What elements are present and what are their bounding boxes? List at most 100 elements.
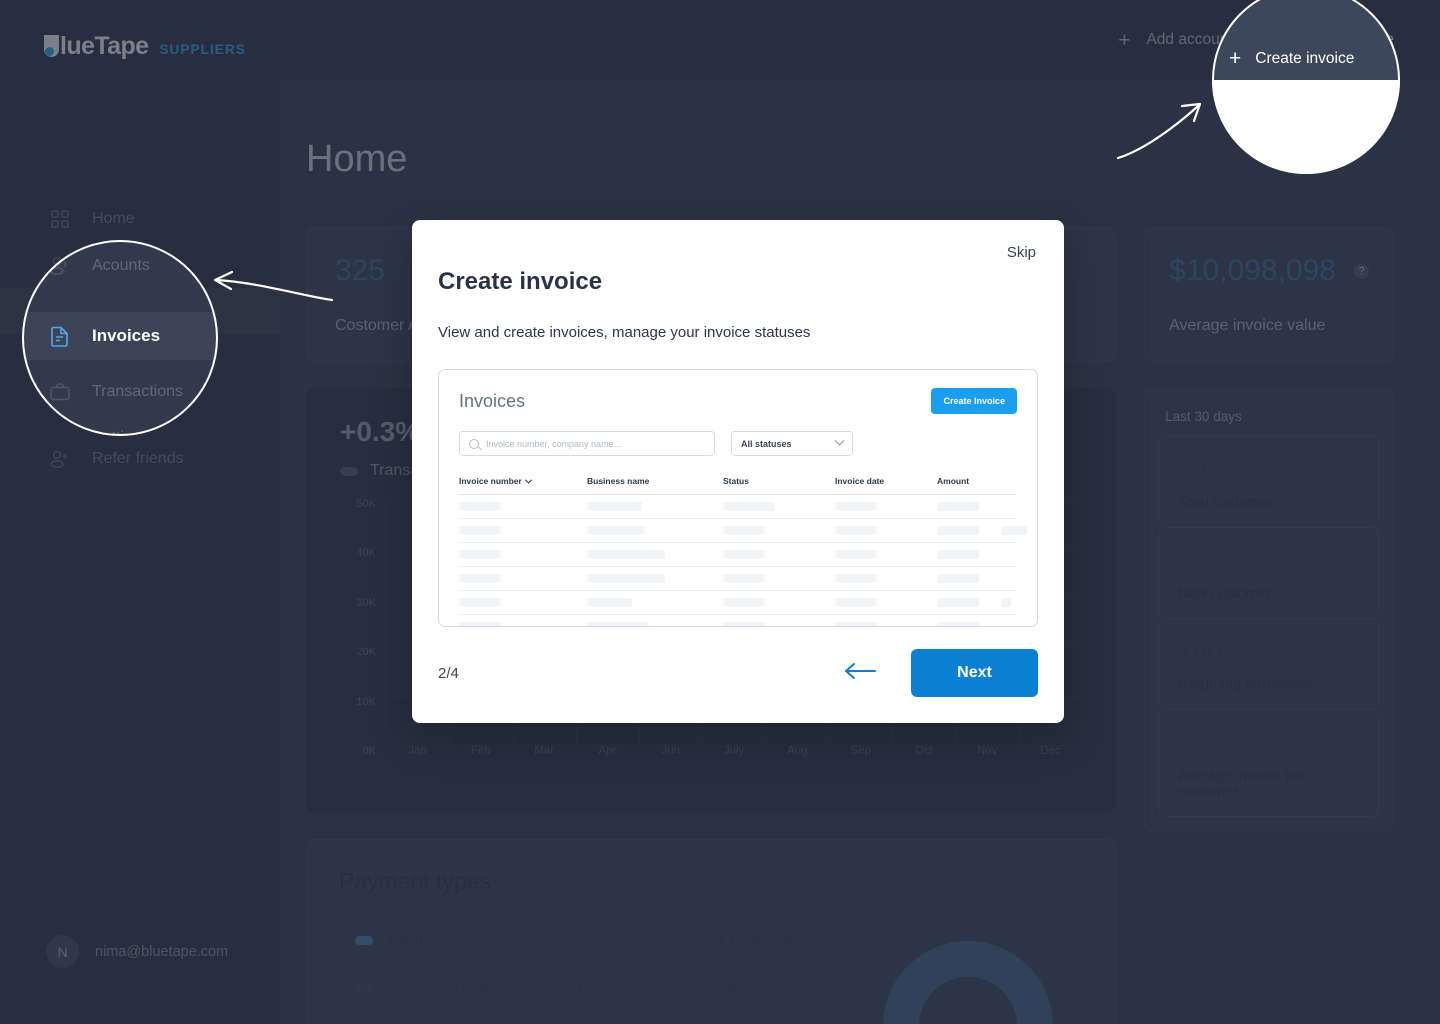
modal-subtitle: View and create invoices, manage your in…: [438, 324, 811, 341]
table-cell: [723, 502, 835, 511]
table-cell: [723, 598, 835, 607]
skeleton-placeholder: [937, 550, 979, 559]
skip-button[interactable]: Skip: [1007, 244, 1036, 261]
skeleton-placeholder: [723, 550, 765, 559]
avatar: N: [46, 935, 79, 968]
table-cell: [587, 502, 723, 511]
table-row[interactable]: [459, 519, 1027, 543]
column-header-invoice-date: Invoice date: [835, 476, 885, 486]
arrow-left-icon[interactable]: [843, 661, 877, 686]
brand-subtitle: SUPPLIERS: [159, 42, 246, 57]
legend-dot-icon: [355, 982, 373, 992]
legend-dot-icon: [355, 935, 373, 945]
skeleton-placeholder: [723, 598, 765, 607]
y-tick: 30K: [356, 596, 376, 609]
stat-label: Average invoice per customer: [1178, 768, 1307, 800]
payment-name: Cash(ACH - Bank account): [389, 978, 582, 995]
bluetape-logo-icon: [44, 35, 59, 57]
users-icon: [48, 253, 72, 277]
user-account[interactable]: N nima@bluetape.com: [46, 935, 228, 968]
next-button[interactable]: Next: [911, 649, 1038, 697]
payment-amount: $9,567.98: [725, 978, 798, 995]
y-tick: 0K: [362, 745, 376, 757]
column-header-business-name: Business name: [587, 476, 650, 486]
table-cell: [723, 526, 835, 535]
column-header-amount: Amount: [937, 476, 970, 486]
skeleton-placeholder: [723, 574, 765, 583]
stat-cell-total-customer: 325 Total customer: [1159, 436, 1379, 527]
payment-row-left: Cash(ACH - Bank account): [355, 978, 582, 996]
x-tick: Jan: [408, 745, 427, 757]
add-account-button[interactable]: + Add account: [1118, 30, 1232, 51]
preview-create-invoice-button[interactable]: Create Invoice: [931, 388, 1017, 414]
table-cell: [835, 574, 937, 583]
sidebar-item-transactions[interactable]: Transactions: [0, 334, 280, 380]
table-cell: [587, 622, 723, 626]
sidebar-item-label: Refer friends: [92, 450, 184, 467]
table-cell: [459, 526, 587, 535]
stat-value: 100: [1178, 639, 1222, 669]
chevron-down-icon: [834, 435, 845, 446]
x-tick: July: [723, 745, 745, 757]
stat-value: 325: [1178, 457, 1222, 487]
sidebar-item-home[interactable]: Home: [0, 196, 280, 242]
stat-value: 25: [1178, 548, 1208, 578]
page-title: Home: [306, 138, 408, 180]
plus-icon: +: [1118, 28, 1131, 52]
invoices-table: Invoice number Business name Status Invo…: [459, 476, 1027, 626]
table-cell: [459, 574, 587, 583]
table-row[interactable]: [459, 495, 1017, 519]
y-tick: 20K: [356, 646, 376, 659]
x-tick: Aug: [787, 745, 808, 757]
sidebar-item-settings[interactable]: Settings: [0, 380, 280, 426]
table-row[interactable]: [459, 615, 1017, 626]
skeleton-placeholder: [459, 550, 501, 559]
table-cell: [835, 598, 937, 607]
briefcase-icon: [48, 345, 72, 369]
table-cell: [723, 550, 835, 559]
kpi-value: 325: [335, 254, 386, 287]
table-cell: [723, 574, 835, 583]
help-icon[interactable]: ?: [1354, 263, 1369, 279]
table-cell: [937, 502, 1017, 511]
table-cell: [459, 598, 587, 607]
modal-footer: 2/4 Next: [438, 649, 1038, 697]
search-input[interactable]: Invoice number, company name...: [459, 431, 715, 456]
search-placeholder: Invoice number, company name...: [486, 438, 622, 449]
payment-row-left: Card: [355, 931, 424, 949]
sidebar-item-label: Settings: [92, 394, 150, 411]
chart-x-axis: Jan Feb Mar Apr Jun July Aug Sep Oct Nov Dec: [386, 745, 1082, 767]
stat-cell-new-customer: 25 New customer: [1159, 527, 1379, 618]
stat-label: Total customer: [1178, 495, 1273, 511]
table-row[interactable]: [459, 591, 1017, 615]
sidebar-item-invoices[interactable]: Invoices: [0, 288, 280, 334]
table-cell: [587, 574, 723, 583]
skeleton-placeholder: [937, 622, 979, 626]
y-tick: 10K: [356, 695, 376, 708]
side-panel-title: Last 30 days: [1165, 409, 1242, 424]
column-label: Invoice number: [459, 476, 522, 486]
create-invoice-button[interactable]: + Create invoice: [1267, 30, 1394, 51]
table-cell: [459, 622, 587, 626]
status-filter-select[interactable]: All statuses: [731, 431, 853, 456]
table-row[interactable]: [459, 543, 1017, 567]
column-header-invoice-number[interactable]: Invoice number: [459, 476, 587, 486]
sidebar-item-label: Acounts: [92, 256, 150, 273]
search-icon: [469, 438, 479, 449]
table-cell: [937, 622, 1017, 626]
chart-y-axis: 50K 40K 30K 20K 10K 0K: [340, 498, 382, 757]
y-tick: 50K: [356, 498, 376, 510]
skeleton-placeholder: [459, 598, 501, 607]
skeleton-placeholder: [937, 526, 979, 535]
brand-wordmark: lueTape: [44, 32, 149, 61]
stat-cell-returning-customers: 100 Returning customers: [1159, 618, 1379, 709]
table-cell: [587, 550, 723, 559]
sidebar-item-refer-friends[interactable]: Refer friends: [0, 436, 280, 482]
sidebar-item-acounts[interactable]: Acounts: [0, 242, 280, 288]
modal-footer-actions: Next: [843, 649, 1038, 697]
payment-name: Card: [389, 931, 424, 948]
table-cell: [835, 550, 937, 559]
skeleton-placeholder: [937, 574, 979, 583]
table-row[interactable]: [459, 567, 1017, 591]
